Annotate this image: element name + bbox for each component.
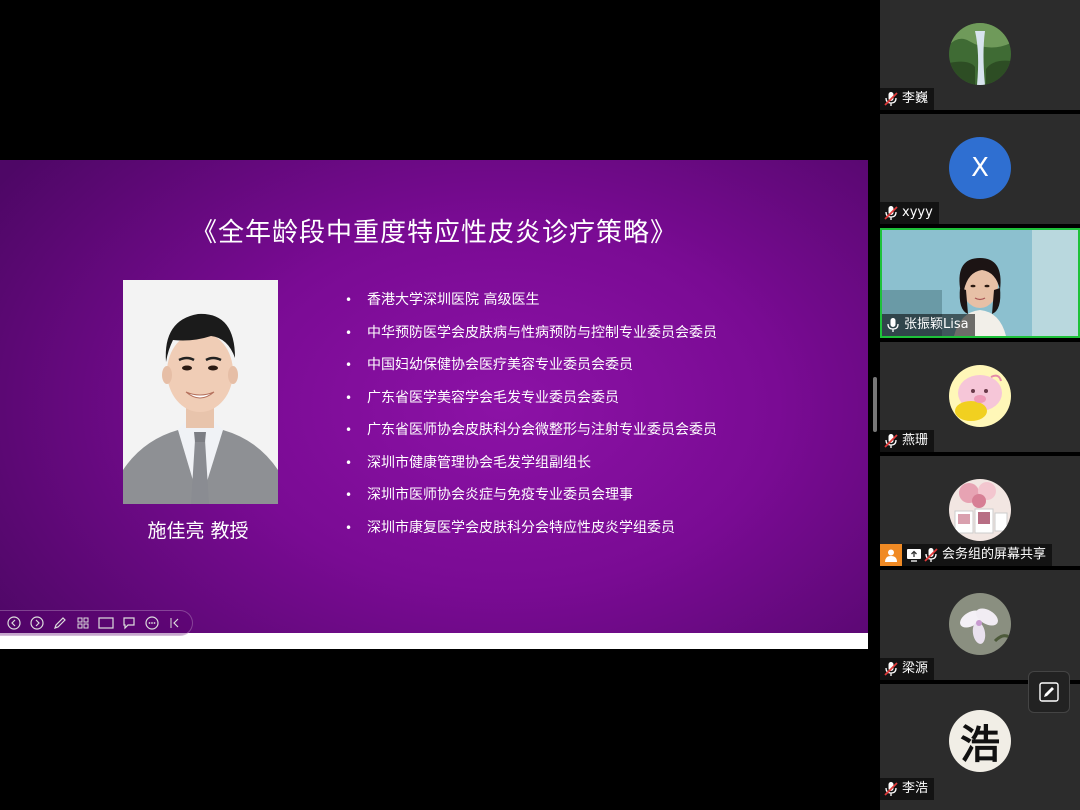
- participant-name-tag: xyyy: [880, 202, 939, 224]
- participant-name: 会务组的屏幕共享: [942, 547, 1047, 562]
- calligraphy-character: 浩: [960, 721, 1000, 768]
- participant-name-tag: 李巍: [880, 88, 935, 110]
- avatar: [949, 365, 1011, 427]
- host-icon: [880, 544, 902, 566]
- slide-title: 《全年龄段中重度特应性皮炎诊疗策略》: [190, 218, 677, 248]
- participant-name-tag: 会务组的屏幕共享: [880, 544, 1053, 566]
- participant-tile[interactable]: 李巍: [880, 0, 1080, 110]
- title-item: • 深圳市健康管理协会毛发学组副组长: [345, 454, 591, 471]
- participant-tile[interactable]: X xyyy: [880, 114, 1080, 224]
- participant-name: 梁源: [902, 661, 929, 676]
- participant-tile-screen-share[interactable]: 会务组的屏幕共享: [880, 456, 1080, 566]
- avatar: [949, 479, 1011, 541]
- participant-name: 燕珊: [902, 433, 929, 448]
- participant-name-tag: 李浩: [880, 778, 935, 800]
- mic-muted-icon: [924, 547, 938, 563]
- grid-view-icon[interactable]: [74, 614, 92, 632]
- mic-muted-icon: [884, 433, 898, 449]
- annotate-pen-icon: [1039, 682, 1059, 702]
- participant-tile[interactable]: 梁源: [880, 570, 1080, 680]
- mic-muted-icon: [884, 661, 898, 677]
- speaker-name: 施佳亮 教授: [147, 520, 249, 542]
- avatar: X: [949, 137, 1011, 199]
- title-item: • 深圳市医师协会炎症与免疫专业委员会理事: [345, 487, 633, 503]
- collapse-toolbar-icon[interactable]: [166, 614, 184, 632]
- more-options-icon[interactable]: [143, 614, 161, 632]
- avatar-letter: X: [971, 153, 989, 183]
- screen-icon[interactable]: [97, 614, 115, 632]
- title-item: • 中华预防医学会皮肤病与性病预防与控制专业委员会委员: [345, 324, 717, 341]
- mic-active-icon: [886, 317, 900, 333]
- mic-muted-icon: [884, 205, 898, 221]
- participant-name-tag: 燕珊: [880, 430, 935, 452]
- avatar: [949, 23, 1011, 85]
- screen-share-icon: [906, 547, 921, 563]
- speaker-portrait: [123, 280, 278, 504]
- comment-icon[interactable]: [120, 614, 138, 632]
- shared-screen-area: 《全年龄段中重度特应性皮炎诊疗策略》 施佳亮 教授 • 香港大学深圳医院 高级医…: [0, 0, 878, 810]
- previous-slide-icon[interactable]: [5, 614, 23, 632]
- participant-tile-active-speaker[interactable]: 张振颖Lisa: [880, 228, 1080, 338]
- participant-name-tag: 张振颖Lisa: [882, 314, 975, 336]
- panel-resize-handle[interactable]: [873, 377, 877, 432]
- speaker-titles-list: • 香港大学深圳医院 高级医生 • 中华预防医学会皮肤病与性病预防与控制专业委员会委…: [345, 290, 717, 550]
- title-item: • 广东省医学美容学会毛发专业委员会委员: [345, 389, 619, 406]
- participant-tile[interactable]: 燕珊: [880, 342, 1080, 452]
- title-item: • 广东省医师协会皮肤科分会微整形与注射专业委员会委员: [345, 422, 717, 438]
- participant-name: 李浩: [902, 781, 929, 796]
- slideshow-toolbar: [0, 610, 193, 636]
- avatar: 浩: [949, 710, 1011, 772]
- avatar: [949, 593, 1011, 655]
- next-slide-icon[interactable]: [28, 614, 46, 632]
- participant-name: xyyy: [902, 205, 933, 220]
- mic-muted-icon: [884, 781, 898, 797]
- title-item: • 深圳市康复医学会皮肤科分会特应性皮炎学组委员: [345, 519, 675, 536]
- pen-icon[interactable]: [51, 614, 69, 632]
- participant-name-tag: 梁源: [880, 658, 935, 680]
- mic-muted-icon: [884, 91, 898, 107]
- title-item: • 中国妇幼保健协会医疗美容专业委员会委员: [345, 357, 633, 373]
- title-item: • 香港大学深圳医院 高级医生: [345, 292, 540, 308]
- participant-name: 李巍: [902, 91, 929, 106]
- annotate-button[interactable]: [1028, 671, 1070, 713]
- participant-name: 张振颖Lisa: [904, 317, 969, 332]
- presentation-slide: 《全年龄段中重度特应性皮炎诊疗策略》 施佳亮 教授 • 香港大学深圳医院 高级医…: [0, 160, 868, 633]
